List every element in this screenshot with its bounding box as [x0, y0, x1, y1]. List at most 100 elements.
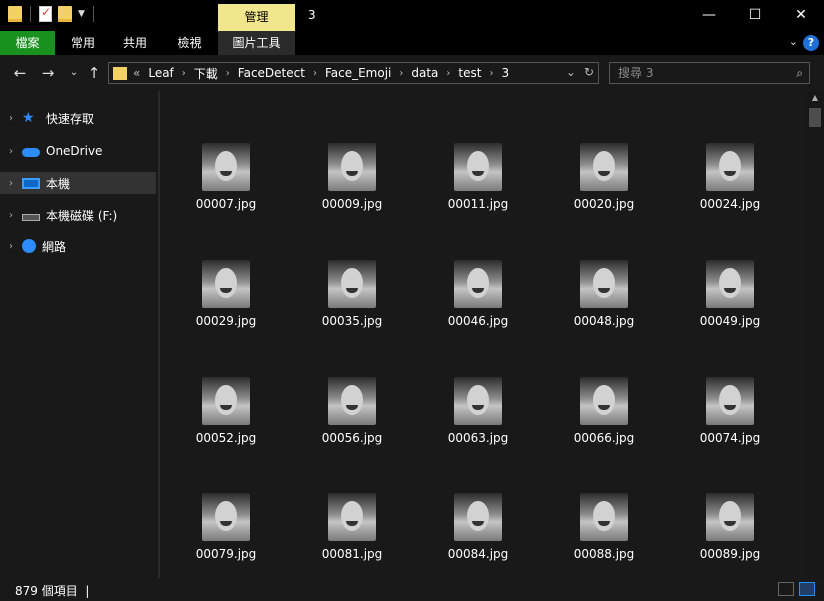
expand-arrow-icon[interactable]: ›: [0, 210, 22, 221]
file-tile[interactable]: 00079.jpg: [176, 493, 276, 573]
star-icon: ★: [22, 110, 35, 126]
file-tile[interactable]: 00052.jpg: [176, 377, 276, 457]
tab-file[interactable]: 檔案: [0, 31, 55, 55]
breadcrumb-overflow[interactable]: «: [133, 66, 140, 80]
file-name: 00088.jpg: [573, 547, 635, 561]
forward-arrow-icon[interactable]: →: [38, 64, 58, 82]
sidebar-item-network[interactable]: › 網路: [0, 235, 156, 257]
image-thumbnail: [580, 260, 628, 308]
file-tile[interactable]: 00063.jpg: [428, 377, 528, 457]
file-name: 00066.jpg: [573, 431, 635, 445]
image-thumbnail: [580, 377, 628, 425]
properties-icon[interactable]: [39, 5, 52, 22]
sidebar-item-quick-access[interactable]: › ★ 快速存取: [0, 107, 156, 129]
navigation-pane: › ★ 快速存取 › OneDrive › 本機 › 本機磁碟 (F:) › 網…: [0, 91, 158, 578]
details-view-icon[interactable]: [778, 582, 794, 596]
refresh-icon[interactable]: ↻: [584, 65, 594, 79]
file-name: 00048.jpg: [573, 314, 635, 328]
up-arrow-icon[interactable]: ↑: [84, 64, 104, 82]
image-thumbnail: [328, 260, 376, 308]
item-count: 879 個項目 |: [15, 584, 90, 598]
file-tile[interactable]: 00056.jpg: [302, 377, 402, 457]
folder-icon[interactable]: [8, 6, 22, 22]
tab-view[interactable]: 檢視: [161, 31, 218, 55]
file-name: 00009.jpg: [321, 197, 383, 211]
file-tile[interactable]: 00024.jpg: [680, 143, 780, 223]
context-tab-title: 管理: [218, 4, 295, 31]
chevron-right-icon[interactable]: ›: [182, 68, 186, 79]
expand-arrow-icon[interactable]: ›: [0, 241, 22, 252]
chevron-right-icon[interactable]: ›: [313, 68, 317, 79]
back-arrow-icon[interactable]: ←: [10, 64, 30, 82]
expand-arrow-icon[interactable]: ›: [0, 146, 22, 157]
large-icons-view-icon[interactable]: [799, 582, 815, 596]
file-name: 00079.jpg: [195, 547, 257, 561]
image-thumbnail: [202, 493, 250, 541]
file-name: 00011.jpg: [447, 197, 509, 211]
breadcrumb-item[interactable]: Face_Emoji: [325, 66, 391, 80]
image-thumbnail: [706, 143, 754, 191]
file-name: 00052.jpg: [195, 431, 257, 445]
file-tile[interactable]: 00046.jpg: [428, 260, 528, 340]
expand-arrow-icon[interactable]: ›: [0, 113, 22, 124]
chevron-down-icon[interactable]: ⌄: [789, 35, 798, 48]
new-folder-icon[interactable]: [58, 6, 72, 22]
file-tile[interactable]: 00089.jpg: [680, 493, 780, 573]
file-tile[interactable]: 00007.jpg: [176, 143, 276, 223]
file-tile[interactable]: 00081.jpg: [302, 493, 402, 573]
sidebar-item-local-disk[interactable]: › 本機磁碟 (F:): [0, 204, 156, 226]
maximize-button[interactable]: ☐: [732, 0, 778, 31]
breadcrumb-item[interactable]: Leaf: [148, 66, 173, 80]
image-thumbnail: [202, 260, 250, 308]
expand-arrow-icon[interactable]: ›: [0, 178, 22, 189]
file-tile[interactable]: 00088.jpg: [554, 493, 654, 573]
file-name: 00035.jpg: [321, 314, 383, 328]
image-thumbnail: [580, 143, 628, 191]
file-tile[interactable]: 00084.jpg: [428, 493, 528, 573]
file-name: 00074.jpg: [699, 431, 761, 445]
image-thumbnail: [454, 143, 502, 191]
close-button[interactable]: ✕: [778, 0, 824, 31]
image-thumbnail: [454, 493, 502, 541]
file-tile[interactable]: 00009.jpg: [302, 143, 402, 223]
tab-picture-tools[interactable]: 圖片工具: [218, 31, 295, 55]
chevron-right-icon[interactable]: ›: [226, 68, 230, 79]
chevron-right-icon[interactable]: ›: [446, 68, 450, 79]
breadcrumb-item[interactable]: 3: [501, 66, 509, 80]
image-thumbnail: [580, 493, 628, 541]
network-icon: [22, 239, 36, 253]
address-bar[interactable]: « Leaf › 下載 › FaceDetect › Face_Emoji › data…: [108, 62, 599, 84]
chevron-right-icon[interactable]: ›: [399, 68, 403, 79]
file-name: 00024.jpg: [699, 197, 761, 211]
tab-share[interactable]: 共用: [109, 31, 161, 55]
file-tile[interactable]: 00048.jpg: [554, 260, 654, 340]
image-thumbnail: [328, 493, 376, 541]
toolbar-separator: [92, 6, 94, 22]
recent-locations-icon[interactable]: ⌄: [64, 67, 84, 78]
chevron-right-icon[interactable]: ›: [489, 68, 493, 79]
file-tile[interactable]: 00035.jpg: [302, 260, 402, 340]
file-tile[interactable]: 00066.jpg: [554, 377, 654, 457]
scrollbar-thumb[interactable]: [809, 108, 821, 127]
chevron-down-icon[interactable]: ⌄: [566, 65, 576, 79]
file-tile[interactable]: 00074.jpg: [680, 377, 780, 457]
vertical-scrollbar[interactable]: ▲: [806, 91, 824, 578]
file-tile[interactable]: 00029.jpg: [176, 260, 276, 340]
tab-home[interactable]: 常用: [57, 31, 109, 55]
minimize-button[interactable]: —: [686, 0, 732, 31]
help-icon[interactable]: ?: [803, 35, 819, 51]
file-tile[interactable]: 00049.jpg: [680, 260, 780, 340]
breadcrumb-item[interactable]: test: [458, 66, 481, 80]
customize-toolbar-icon[interactable]: ▼: [78, 9, 85, 19]
search-input[interactable]: 搜尋 3 ⌕: [609, 62, 810, 84]
file-tile[interactable]: 00020.jpg: [554, 143, 654, 223]
sidebar-item-onedrive[interactable]: › OneDrive: [0, 140, 156, 162]
breadcrumb-item[interactable]: data: [411, 66, 438, 80]
file-tile[interactable]: 00011.jpg: [428, 143, 528, 223]
breadcrumb-item[interactable]: 下載: [194, 65, 218, 82]
scroll-up-icon[interactable]: ▲: [806, 93, 824, 102]
sidebar-item-this-pc[interactable]: › 本機: [0, 172, 156, 194]
file-name: 00063.jpg: [447, 431, 509, 445]
file-grid: 00007.jpg 00009.jpg 00011.jpg 00020.jpg …: [160, 91, 806, 578]
breadcrumb-item[interactable]: FaceDetect: [238, 66, 305, 80]
